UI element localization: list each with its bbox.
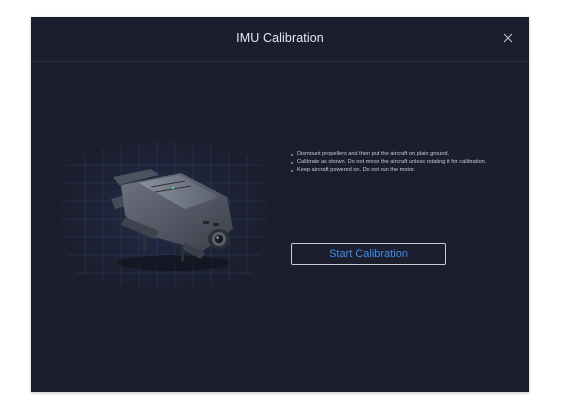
instruction-item: Calibrate as shown. Do not move the airc… xyxy=(291,159,505,167)
dialog-header: IMU Calibration xyxy=(31,17,529,62)
start-calibration-button[interactable]: Start Calibration xyxy=(291,243,446,265)
close-icon xyxy=(503,33,513,43)
bullet-icon xyxy=(291,162,293,165)
instruction-text: Dismount propellers and then put the air… xyxy=(297,151,450,157)
dialog-title: IMU Calibration xyxy=(236,31,324,45)
bullet-icon xyxy=(291,154,293,156)
instruction-text: Calibrate as shown. Do not move the airc… xyxy=(297,159,487,166)
instruction-item: Keep aircraft powered on. Do not run the… xyxy=(291,167,505,175)
close-button[interactable] xyxy=(501,31,515,45)
bullet-icon xyxy=(291,170,293,173)
instruction-text: Keep aircraft powered on. Do not run the… xyxy=(297,167,416,174)
imu-calibration-dialog: IMU Calibration Dismount propellers and … xyxy=(31,17,529,392)
instruction-list: Dismount propellers and then put the air… xyxy=(291,151,505,176)
calibration-illustration xyxy=(53,125,273,295)
instruction-item: Dismount propellers and then put the air… xyxy=(291,151,505,159)
